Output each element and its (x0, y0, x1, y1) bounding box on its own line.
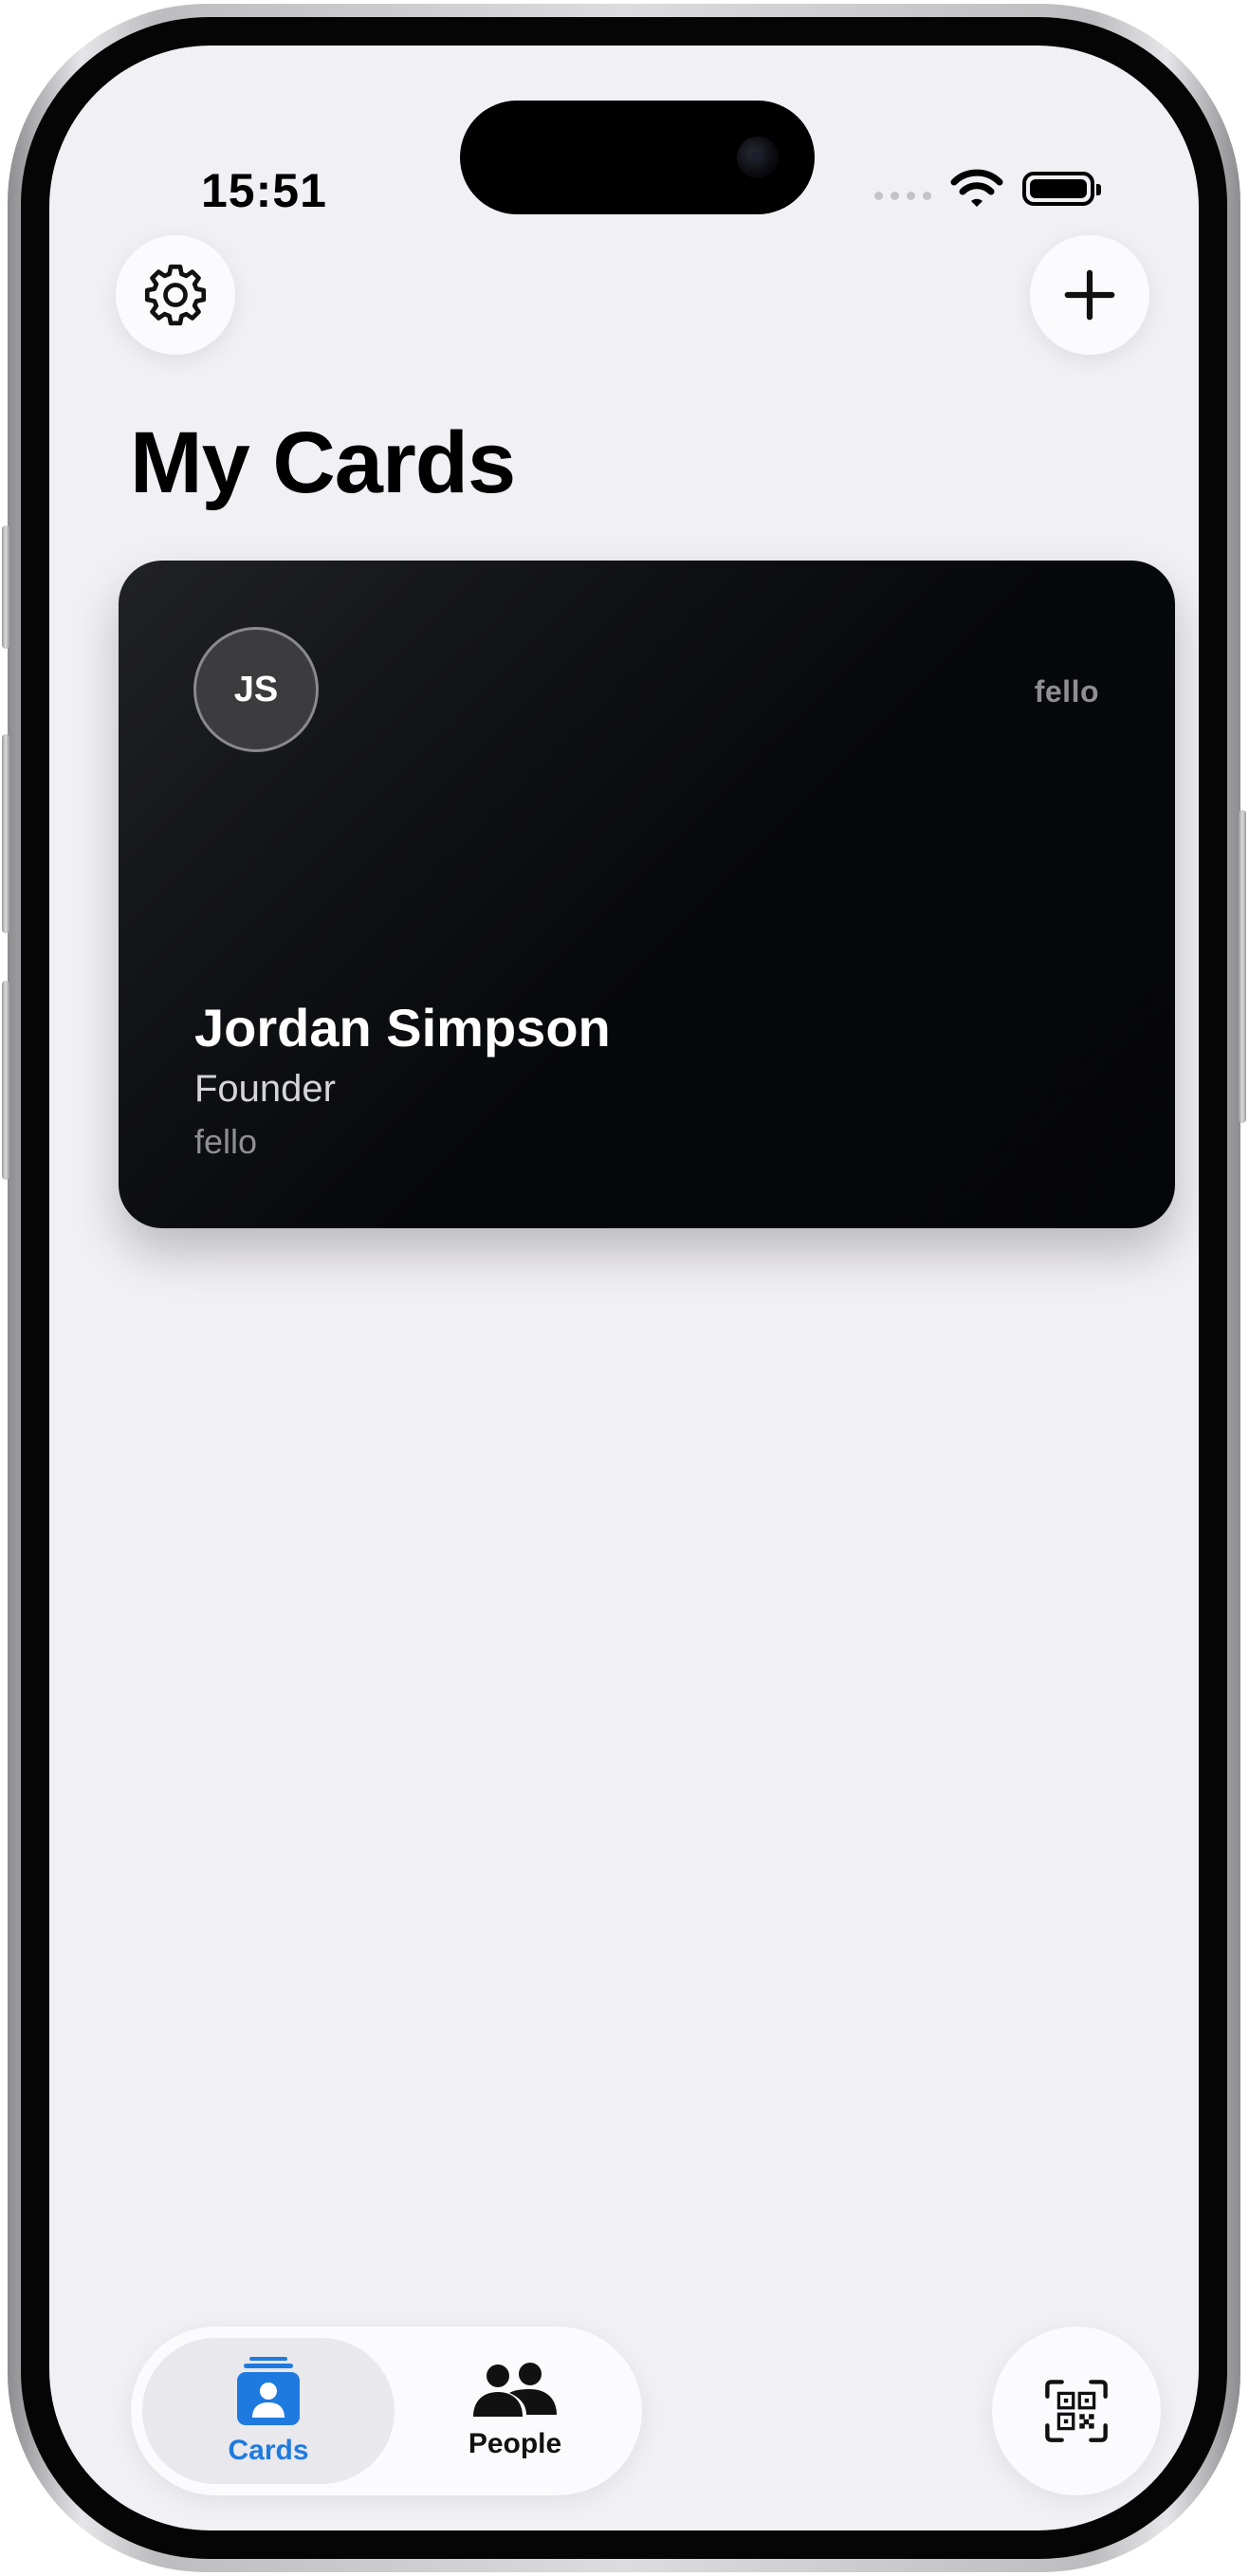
card-role: Founder (194, 1068, 336, 1110)
dynamic-island (460, 101, 815, 214)
status-time: 15:51 (201, 164, 327, 217)
card-company-logo: fello (1034, 674, 1099, 708)
volume-down-button (2, 981, 9, 1180)
tab-people-label: People (468, 2428, 562, 2459)
action-button (2, 525, 9, 649)
plus-icon (1064, 269, 1115, 321)
people-icon (473, 2363, 557, 2417)
tab-bar: Cards People (131, 2327, 642, 2495)
card-company: fello (194, 1122, 258, 1161)
phone-frame: 15:51 My Cards JS fello Jordan Simpson F… (2, 4, 1246, 2572)
tab-people[interactable]: People (408, 2338, 622, 2484)
status-icons (874, 169, 1101, 209)
qr-scan-icon (1045, 2380, 1108, 2442)
cellular-signal-icon (874, 191, 931, 200)
tab-cards[interactable]: Cards (142, 2338, 395, 2484)
screen: 15:51 My Cards JS fello Jordan Simpson F… (49, 46, 1199, 2530)
battery-icon (1022, 172, 1101, 206)
scan-qr-button[interactable] (992, 2327, 1161, 2495)
page-title: My Cards (130, 414, 516, 511)
cards-icon (237, 2357, 300, 2425)
gear-icon (144, 264, 207, 326)
front-camera (737, 137, 779, 178)
card-name: Jordan Simpson (194, 998, 611, 1058)
business-card[interactable]: JS fello Jordan Simpson Founder fello (119, 561, 1175, 1228)
bezel: 15:51 My Cards JS fello Jordan Simpson F… (21, 17, 1227, 2559)
settings-button[interactable] (116, 235, 235, 355)
avatar: JS (193, 627, 319, 752)
tab-cards-label: Cards (228, 2435, 309, 2466)
wifi-icon (950, 169, 1003, 207)
add-card-button[interactable] (1030, 235, 1149, 355)
volume-up-button (2, 734, 9, 933)
side-button (1239, 810, 1246, 1123)
